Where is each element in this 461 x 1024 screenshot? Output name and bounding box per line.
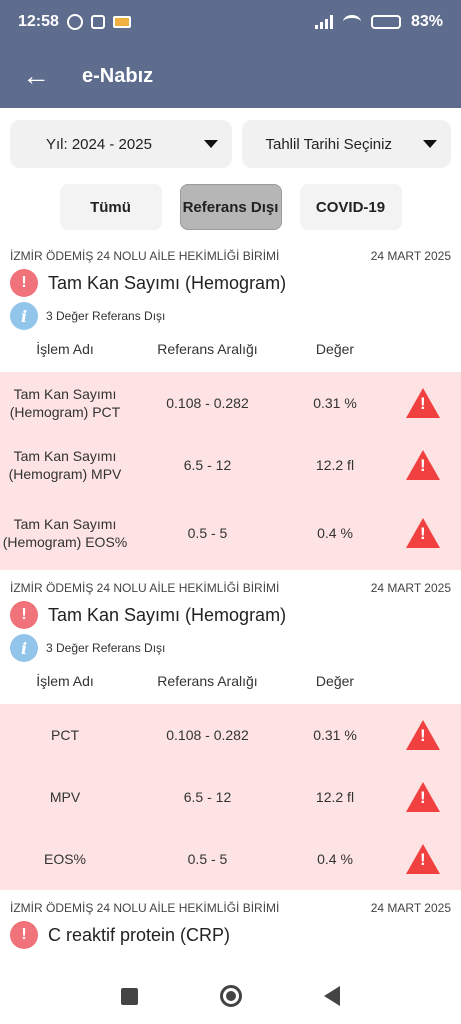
chevron-down-icon <box>423 140 437 148</box>
row-name: MPV <box>49 789 81 805</box>
warning-triangle-icon <box>406 518 440 548</box>
result-card[interactable]: İZMİR ÖDEMİŞ 24 NOLU AİLE HEKİMLİĞİ BİRİ… <box>0 578 461 890</box>
test-title: Tam Kan Sayımı (Hemogram) <box>48 272 287 293</box>
back-triangle-icon[interactable] <box>324 986 340 1006</box>
warning-triangle-icon <box>406 720 440 750</box>
header-range: Referans Aralığı <box>157 341 258 357</box>
header-name: İşlem Adı <box>36 673 94 689</box>
row-range: 0.108 - 0.282 <box>166 727 249 743</box>
info-icon: i <box>10 302 38 330</box>
out-of-range-count: 3 Değer Referans Dışı <box>46 309 166 323</box>
tab-covid[interactable]: COVID-19 <box>299 184 402 230</box>
clinic-name: İZMİR ÖDEMİŞ 24 NOLU AİLE HEKİMLİĞİ BİRİ… <box>10 581 280 595</box>
row-range: 0.108 - 0.282 <box>166 395 249 411</box>
date-select[interactable]: Tahlil Tarihi Seçiniz <box>241 120 451 168</box>
row-value: 12.2 fl <box>315 789 355 805</box>
header-value: Değer <box>315 341 355 357</box>
table-row[interactable]: Tam Kan Sayımı (Hemogram) MPV 6.5 - 12 1… <box>0 434 461 496</box>
wifi-icon <box>342 15 361 29</box>
row-range: 0.5 - 5 <box>187 525 228 541</box>
recents-icon[interactable] <box>121 987 138 1005</box>
clinic-name: İZMİR ÖDEMİŞ 24 NOLU AİLE HEKİMLİĞİ BİRİ… <box>10 901 280 915</box>
info-icon: i <box>10 634 38 662</box>
chevron-down-icon <box>203 140 218 148</box>
tab-out-of-range[interactable]: Referans Dışı <box>179 184 282 230</box>
row-value: 0.31 % <box>313 727 357 743</box>
row-name: Tam Kan Sayımı (Hemogram) EOS% <box>2 516 128 550</box>
row-value: 0.31 % <box>313 395 357 411</box>
row-value: 0.4 % <box>317 851 353 867</box>
alarm-icon <box>66 14 83 30</box>
battery-icon <box>370 15 401 29</box>
out-of-range-count: 3 Değer Referans Dışı <box>46 641 166 655</box>
row-name: Tam Kan Sayımı (Hemogram) MPV <box>8 448 122 482</box>
header-range: Referans Aralığı <box>157 673 258 689</box>
row-name: EOS% <box>43 851 86 867</box>
year-select[interactable]: Yıl: 2024 - 2025 <box>10 120 232 168</box>
tab-all[interactable]: Tümü <box>59 184 162 230</box>
row-range: 6.5 - 12 <box>183 457 232 473</box>
table-row[interactable]: EOS% 0.5 - 5 0.4 % <box>0 828 461 890</box>
warning-triangle-icon <box>406 388 440 418</box>
status-bar: 12:58 83% <box>0 0 461 44</box>
status-time: 12:58 <box>18 13 59 30</box>
table-header: İşlem Adı Referans Aralığı Değer <box>0 332 461 366</box>
result-date: 24 MART 2025 <box>370 581 451 595</box>
warning-icon: ! <box>10 921 38 949</box>
row-range: 6.5 - 12 <box>183 789 232 805</box>
header-name: İşlem Adı <box>36 341 94 357</box>
warning-triangle-icon <box>406 450 440 480</box>
result-card[interactable]: İZMİR ÖDEMİŞ 24 NOLU AİLE HEKİMLİĞİ BİRİ… <box>0 898 461 952</box>
year-select-value: Yıl: 2024 - 2025 <box>46 135 152 153</box>
warning-triangle-icon <box>406 782 440 812</box>
home-icon[interactable] <box>220 985 242 1007</box>
system-nav-bar <box>0 968 461 1024</box>
result-card[interactable]: İZMİR ÖDEMİŞ 24 NOLU AİLE HEKİMLİĞİ BİRİ… <box>0 246 461 570</box>
warning-triangle-icon <box>406 844 440 874</box>
segment-tabs: Tümü Referans Dışı COVID-19 <box>0 168 461 230</box>
row-name: PCT <box>51 727 79 743</box>
page-title: e-Nabız <box>82 64 154 87</box>
signal-icon <box>314 15 333 29</box>
filters: Yıl: 2024 - 2025 Tahlil Tarihi Seçiniz <box>0 108 461 168</box>
header-value: Değer <box>315 673 355 689</box>
test-title: Tam Kan Sayımı (Hemogram) <box>48 604 287 625</box>
battery-percent: 83% <box>410 13 443 30</box>
table-header: İşlem Adı Referans Aralığı Değer <box>0 664 461 698</box>
table-row[interactable]: MPV 6.5 - 12 12.2 fl <box>0 766 461 828</box>
warning-icon: ! <box>10 601 38 629</box>
table-row[interactable]: Tam Kan Sayımı (Hemogram) PCT 0.108 - 0.… <box>0 372 461 434</box>
row-range: 0.5 - 5 <box>187 851 228 867</box>
row-value: 12.2 fl <box>315 457 355 473</box>
row-name: Tam Kan Sayımı (Hemogram) PCT <box>9 386 121 420</box>
date-select-value: Tahlil Tarihi Seçiniz <box>265 135 392 153</box>
table-row[interactable]: PCT 0.108 - 0.282 0.31 % <box>0 704 461 766</box>
app-bar: ← e-Nabız <box>0 44 461 108</box>
test-title: C reaktif protein (CRP) <box>48 924 231 945</box>
clinic-name: İZMİR ÖDEMİŞ 24 NOLU AİLE HEKİMLİĞİ BİRİ… <box>10 249 280 263</box>
notification-app-icon <box>112 16 131 28</box>
result-date: 24 MART 2025 <box>370 901 451 915</box>
row-value: 0.4 % <box>317 525 353 541</box>
nfc-icon <box>90 15 105 29</box>
result-date: 24 MART 2025 <box>370 249 451 263</box>
back-arrow-icon[interactable]: ← <box>22 62 52 90</box>
warning-icon: ! <box>10 269 38 297</box>
table-row[interactable]: Tam Kan Sayımı (Hemogram) EOS% 0.5 - 5 0… <box>0 496 461 570</box>
